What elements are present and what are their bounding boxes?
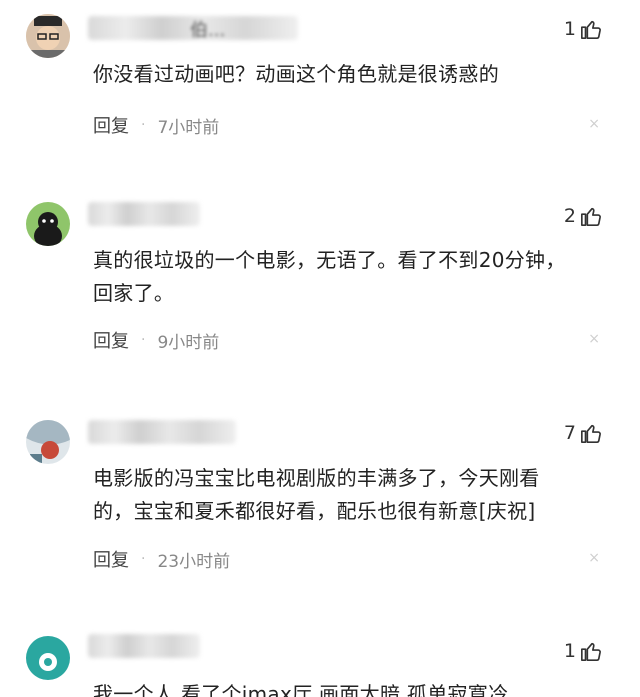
timestamp: 23小时前: [157, 551, 231, 572]
comment-text: 你没看过动画吧？动画这个角色就是很诱惑的: [93, 58, 593, 91]
like-count: 7: [563, 422, 576, 444]
comment-meta: 回复 · 7小时前: [93, 112, 219, 138]
thumbs-up-icon: [581, 207, 601, 226]
separator: ·: [141, 551, 146, 567]
reply-button[interactable]: 回复: [93, 112, 129, 138]
comment-meta: 回复 · 9小时前: [93, 327, 219, 353]
like-button[interactable]: 1: [564, 640, 602, 662]
comment-text: 我一个人 看了个imax厅 画面太暗 孤单寂寞冷: [93, 678, 593, 697]
like-button[interactable]: 1: [564, 18, 602, 40]
comment-item: 7 电影版的冯宝宝比电视剧版的丰满多了，今天刚看 的，宝宝和夏禾都很好看，配乐也…: [0, 408, 640, 618]
username-blurred[interactable]: [88, 202, 200, 226]
username-fragment: 伯...: [190, 20, 226, 41]
comment-text: 电影版的冯宝宝比电视剧版的丰满多了，今天刚看 的，宝宝和夏禾都很好看，配乐也很有…: [93, 462, 593, 528]
timestamp: 7小时前: [157, 117, 220, 138]
like-button[interactable]: 2: [564, 205, 602, 227]
reply-button[interactable]: 回复: [93, 546, 129, 572]
comment-item: 伯... 1 你没看过动画吧？动画这个角色就是很诱惑的 回复 · 7小时前 ×: [0, 0, 640, 175]
thumbs-up-icon: [581, 424, 601, 443]
username-blurred[interactable]: [88, 420, 236, 444]
avatar[interactable]: [26, 636, 70, 680]
avatar-image: [26, 420, 70, 464]
avatar-image: [26, 202, 70, 246]
thumbs-up-icon: [581, 20, 601, 39]
comment-line: 回家了。: [93, 281, 175, 305]
thumbs-up-icon: [581, 642, 601, 661]
avatar[interactable]: [26, 202, 70, 246]
timestamp: 9小时前: [157, 332, 220, 353]
separator: ·: [141, 117, 146, 133]
comment-item: 2 真的很垃圾的一个电影，无语了。看了不到20分钟， 回家了。 回复 · 9小时…: [0, 190, 640, 390]
comment-line: 我一个人 看了个imax厅 画面太暗 孤单寂寞冷: [93, 682, 509, 697]
comment-line: 真的很垃圾的一个电影，无语了。看了不到20分钟，: [93, 248, 566, 272]
comment-meta: 回复 · 23小时前: [93, 546, 230, 572]
separator: ·: [141, 332, 146, 348]
like-count: 1: [563, 18, 576, 40]
like-count: 2: [563, 205, 576, 227]
comment-text: 真的很垃圾的一个电影，无语了。看了不到20分钟， 回家了。: [93, 244, 593, 310]
username-blurred[interactable]: [88, 634, 200, 658]
close-icon[interactable]: ×: [588, 331, 600, 347]
close-icon[interactable]: ×: [588, 116, 600, 132]
avatar[interactable]: [26, 420, 70, 464]
comment-line: 你没看过动画吧？动画这个角色就是很诱惑的: [93, 62, 499, 86]
avatar[interactable]: [26, 14, 70, 58]
reply-button[interactable]: 回复: [93, 327, 129, 353]
comment-line: 的，宝宝和夏禾都很好看，配乐也很有新意[庆祝]: [93, 499, 536, 523]
comment-line: 电影版的冯宝宝比电视剧版的丰满多了，今天刚看: [93, 466, 540, 490]
like-button[interactable]: 7: [564, 422, 602, 444]
avatar-image: [26, 636, 70, 680]
avatar-image: [26, 14, 70, 58]
close-icon[interactable]: ×: [588, 550, 600, 566]
comment-item: 1 我一个人 看了个imax厅 画面太暗 孤单寂寞冷: [0, 628, 640, 697]
like-count: 1: [563, 640, 576, 662]
